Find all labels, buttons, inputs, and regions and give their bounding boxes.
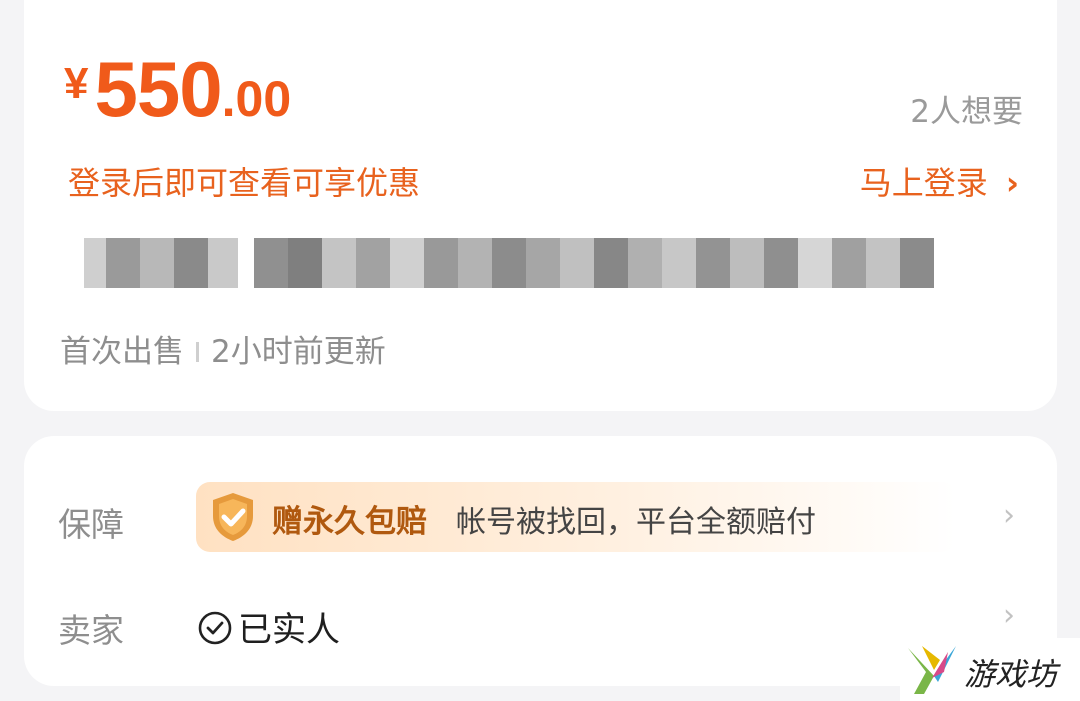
chevron-right-icon[interactable]: › (1003, 598, 1015, 633)
guarantee-description: 帐号被找回，平台全额赔付 (456, 505, 816, 540)
guarantee-label: 保障 (58, 505, 124, 544)
want-count: 2人想要 (910, 94, 1023, 130)
guarantee-title: 赠永久包赔 (272, 504, 427, 540)
seller-status-text: 已实人 (238, 610, 340, 650)
guarantee-banner[interactable]: 赠永久包赔 帐号被找回，平台全额赔付 (196, 482, 956, 552)
shield-check-icon (213, 493, 253, 541)
watermark: 游戏坊 (900, 638, 1080, 701)
watermark-text: 游戏坊 (964, 657, 1057, 693)
price-integer: 550 (94, 45, 222, 133)
price-currency: ¥ (64, 59, 89, 108)
login-link-label: 马上登录 (859, 164, 988, 202)
meta-divider (196, 341, 199, 362)
update-time: 2小时前更新 (211, 334, 386, 370)
seller-label: 卖家 (58, 611, 124, 650)
watermark-logo (908, 646, 956, 694)
product-info-card: ¥550.00 2人想要 登录后即可查看可享优惠 马上登录 › 首次出售 2小时前更… (24, 0, 1057, 411)
chevron-right-icon[interactable]: › (1003, 498, 1015, 533)
first-sale-tag: 首次出售 (60, 334, 184, 370)
login-now-link[interactable]: 马上登录 › (860, 158, 1019, 204)
product-title-redacted (84, 238, 944, 288)
check-circle-icon (198, 611, 232, 645)
price-decimal: .00 (221, 71, 292, 127)
login-discount-tip: 登录后即可查看可享优惠 (68, 164, 421, 202)
price: ¥550.00 (64, 50, 291, 128)
chevron-right-icon: › (1005, 164, 1019, 202)
listing-meta: 首次出售 2小时前更新 (60, 326, 386, 371)
seller-verified-status: 已实人 (198, 602, 340, 651)
